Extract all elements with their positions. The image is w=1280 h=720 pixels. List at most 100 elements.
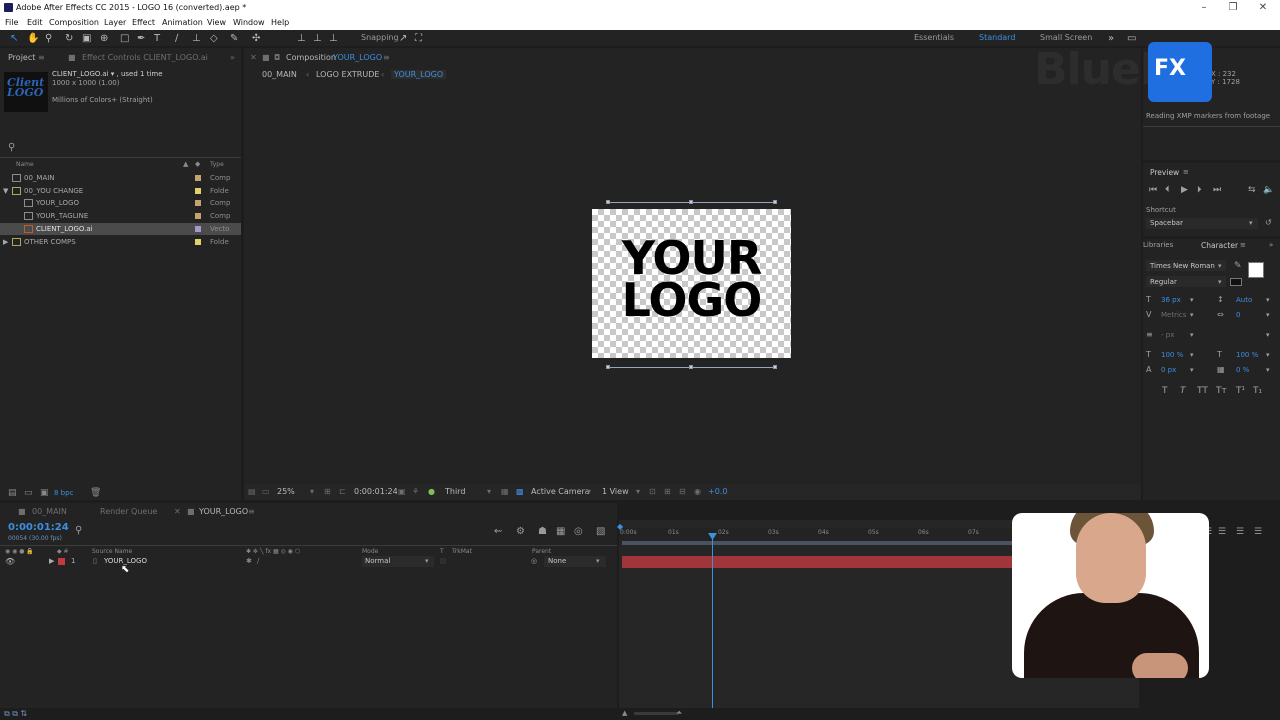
comp-panel-menu-icon[interactable]: ≡ xyxy=(383,53,390,62)
collapse-transform-icon[interactable]: ✱ xyxy=(246,557,252,565)
snapping-toggle-icon[interactable]: ↗ xyxy=(399,33,407,44)
viewer-timecode[interactable]: 0:00:01:24 xyxy=(354,487,398,496)
work-area-bar[interactable] xyxy=(622,541,1014,545)
transform-handle[interactable] xyxy=(689,365,693,369)
menu-effect[interactable]: Effect xyxy=(132,15,155,30)
stroke-dropdown-icon[interactable]: ▾ xyxy=(1190,331,1194,339)
new-comp-icon[interactable]: ▣ xyxy=(40,488,49,498)
breadcrumb-your-logo[interactable]: YOUR_LOGO xyxy=(391,70,447,79)
menu-window[interactable]: Window xyxy=(233,15,265,30)
label-color-swatch[interactable] xyxy=(195,187,201,194)
menu-help[interactable]: Help xyxy=(271,15,289,30)
vscale-dropdown-icon[interactable]: ▾ xyxy=(1190,351,1194,359)
panel-overflow-icon[interactable]: » xyxy=(1269,241,1273,249)
small-caps-icon[interactable]: Tт xyxy=(1216,386,1227,396)
fast-previews-icon[interactable]: ▦ xyxy=(501,487,509,496)
trkmat-header[interactable]: TrkMat xyxy=(452,548,472,555)
quality-switch-icon[interactable]: ∕ xyxy=(257,557,259,565)
show-snapshot-icon[interactable]: ⚘ xyxy=(412,487,419,496)
kerning-dropdown-icon[interactable]: ▾ xyxy=(1190,311,1194,319)
3d-view-icon[interactable]: ⊟ xyxy=(679,487,686,496)
font-dropdown-icon[interactable]: ▾ xyxy=(1218,262,1222,270)
panel-overflow-icon[interactable]: » xyxy=(230,53,235,62)
project-search-icon[interactable]: ⚲ xyxy=(8,143,15,153)
motion-blur-icon[interactable]: ◎ xyxy=(574,527,583,537)
label-color-swatch[interactable] xyxy=(195,213,201,220)
views-value[interactable]: 1 View xyxy=(602,487,629,496)
reset-icon[interactable]: ↺ xyxy=(1265,218,1272,227)
menu-layer[interactable]: Layer xyxy=(104,15,126,30)
workspace-standard[interactable]: Standard xyxy=(979,33,1015,42)
views-dropdown-icon[interactable]: ▾ xyxy=(636,487,640,496)
menu-view[interactable]: View xyxy=(207,15,226,30)
menu-animation[interactable]: Animation xyxy=(162,15,203,30)
timeline-search-icon[interactable]: ⚲ xyxy=(75,526,82,536)
vertical-scale-value[interactable]: 100 % xyxy=(1161,351,1183,359)
resolution-dropdown-icon[interactable]: ▾ xyxy=(487,487,491,496)
resolution-value[interactable]: Third xyxy=(445,487,465,496)
font-size-dropdown-icon[interactable]: ▾ xyxy=(1190,296,1194,304)
current-time-indicator[interactable] xyxy=(712,533,713,708)
project-item-client-logo-ai[interactable]: CLIENT_LOGO.ai Vecto xyxy=(0,222,241,235)
baseline-shift-value[interactable]: 0 px xyxy=(1161,366,1176,374)
faux-bold-icon[interactable]: T xyxy=(1162,386,1168,396)
label-color-swatch[interactable] xyxy=(195,238,201,245)
comp-mini-flowchart-icon[interactable]: ⇜ xyxy=(494,527,502,537)
leading-dropdown-icon[interactable]: ▾ xyxy=(1266,296,1270,304)
camera-dropdown-icon[interactable]: ▾ xyxy=(587,487,591,496)
column-type-header[interactable]: Type xyxy=(210,161,224,168)
type-tool-icon[interactable]: T xyxy=(154,33,160,44)
pen-tool-icon[interactable]: ✒ xyxy=(137,33,145,44)
workspace-overflow-icon[interactable]: » xyxy=(1108,33,1114,44)
transform-handle[interactable] xyxy=(773,200,777,204)
draft-3d-icon[interactable]: ⚙ xyxy=(516,527,525,537)
preview-title[interactable]: Preview xyxy=(1150,168,1179,177)
render-queue-tab[interactable]: Render Queue xyxy=(100,507,157,516)
composition-canvas[interactable]: YOUR LOGO xyxy=(592,209,791,358)
label-color-swatch[interactable] xyxy=(195,225,201,232)
hand-tool-icon[interactable]: ✋ xyxy=(27,33,39,44)
new-folder-icon[interactable]: ▭ xyxy=(24,488,33,498)
label-color-swatch[interactable] xyxy=(195,175,201,181)
snapshot-icon[interactable]: ▣ xyxy=(398,487,406,496)
zoom-level[interactable]: 25% xyxy=(277,487,295,496)
all-caps-icon[interactable]: TT xyxy=(1197,386,1208,396)
hide-shy-layers-icon[interactable]: ☗ xyxy=(538,527,547,537)
maximize-button[interactable]: ❐ xyxy=(1218,0,1248,15)
project-item-00-main[interactable]: 00_MAIN Comp xyxy=(0,172,241,184)
horizontal-scale-value[interactable]: 100 % xyxy=(1236,351,1258,359)
transform-handle[interactable] xyxy=(606,200,610,204)
timeline-zoom-slider[interactable] xyxy=(634,712,678,715)
flowchart-icon[interactable]: ⊞ xyxy=(664,487,671,496)
kerning-value[interactable]: Metrics xyxy=(1161,311,1186,319)
stroke-width-value[interactable]: - px xyxy=(1161,331,1174,339)
effect-controls-tab[interactable]: Effect Controls CLIENT_LOGO.ai xyxy=(82,53,208,62)
graph-editor-icon[interactable]: ▧ xyxy=(596,527,605,537)
superscript-icon[interactable]: T¹ xyxy=(1236,386,1245,396)
preview-menu-icon[interactable]: ≡ xyxy=(1183,168,1189,176)
mode-dropdown-icon[interactable]: ▾ xyxy=(425,557,429,565)
stroke-color-swatch[interactable] xyxy=(1230,278,1242,286)
leading-value[interactable]: Auto xyxy=(1236,296,1252,304)
tracking-dropdown-icon[interactable]: ▾ xyxy=(1266,311,1270,319)
channel-icon[interactable]: ● xyxy=(428,487,435,496)
render-time-icon[interactable]: ⧉ ⧉ ⇅ xyxy=(4,709,27,719)
folder-twirl-icon[interactable]: ▶ xyxy=(3,236,8,248)
timeline-options-icon[interactable]: ☰ xyxy=(1254,527,1262,537)
workspace-small-screen[interactable]: Small Screen xyxy=(1040,33,1092,42)
hscale-dropdown-icon[interactable]: ▾ xyxy=(1266,351,1270,359)
transform-handle[interactable] xyxy=(689,200,693,204)
character-title[interactable]: Character xyxy=(1201,241,1238,250)
interpret-footage-icon[interactable]: ▤ xyxy=(8,488,17,498)
minimize-button[interactable]: – xyxy=(1189,0,1219,15)
grid-icon[interactable]: ⊞ xyxy=(324,487,331,496)
composition-tab-name[interactable]: YOUR_LOGO xyxy=(333,53,382,62)
next-frame-icon[interactable]: ⏵ xyxy=(1197,185,1202,195)
transform-handle[interactable] xyxy=(773,365,777,369)
font-size-value[interactable]: 36 px xyxy=(1161,296,1181,304)
baseline-dropdown-icon[interactable]: ▾ xyxy=(1190,366,1194,374)
axis-view-icon[interactable]: ⊥ xyxy=(329,33,338,44)
timeline-tab-00-main[interactable]: 00_MAIN xyxy=(32,507,67,516)
project-item-your-logo[interactable]: YOUR_LOGO Comp xyxy=(0,197,241,209)
style-dropdown-icon[interactable]: ▾ xyxy=(1218,278,1222,286)
